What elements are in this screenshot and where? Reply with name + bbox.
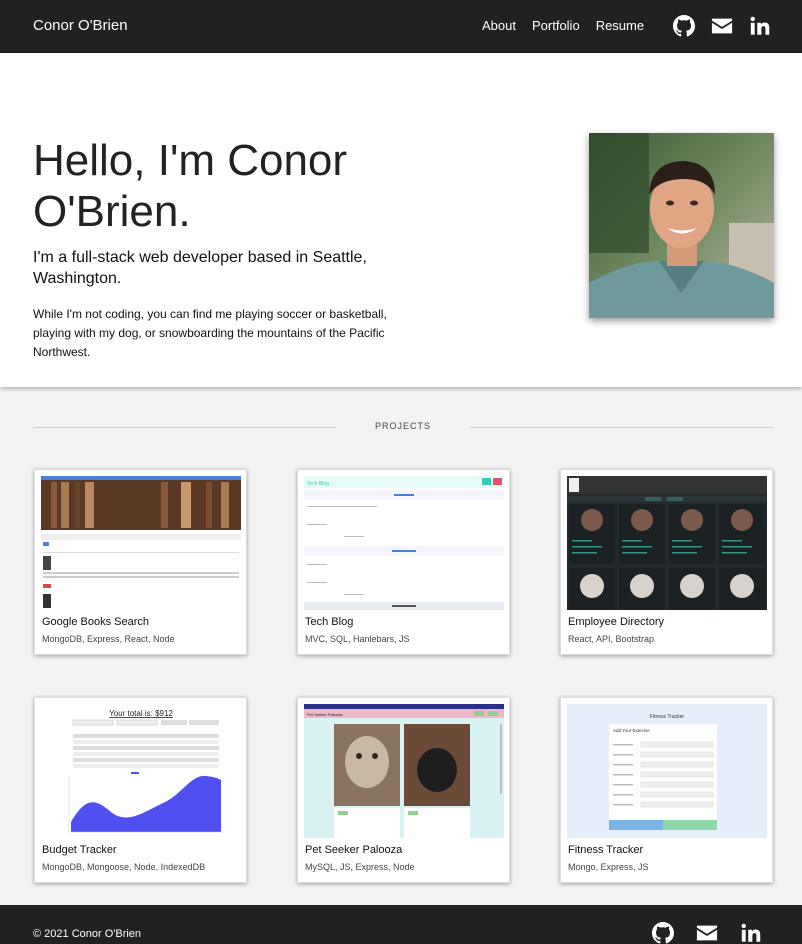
projects-heading: PROJECTS <box>33 420 774 432</box>
project-tech: React, API, Bootstrap <box>568 634 655 644</box>
linkedin-icon[interactable] <box>740 922 764 944</box>
project-title: Budget Tracker <box>42 844 117 856</box>
budget-total-text: Your total is: $912 <box>109 709 173 718</box>
divider-right <box>470 427 774 428</box>
techblog-brand: Tech Blog <box>307 481 329 487</box>
project-card-employee-directory[interactable]: Employee Directory React, API, Bootstrap <box>560 469 773 655</box>
fitness-form-title: Add Your Exercise <box>613 728 650 733</box>
project-thumbnail: Tech Blog <box>304 476 504 610</box>
divider-left <box>33 427 336 428</box>
profile-photo <box>589 133 774 318</box>
nav-link-portfolio[interactable]: Portfolio <box>532 18 580 33</box>
github-icon[interactable] <box>652 922 676 944</box>
fitness-header-text: Fitness Tracker <box>650 714 685 720</box>
nav-social-icons <box>672 14 772 38</box>
footer: © 2021 Conor O'Brien <box>0 905 802 944</box>
project-title: Tech Blog <box>305 616 354 628</box>
hero-section: Hello, I'm Conor O'Brien. I'm a full-sta… <box>0 53 802 387</box>
project-tech: Mongo, Express, JS <box>568 862 649 872</box>
projects-heading-label: PROJECTS <box>374 421 431 431</box>
nav-links: About Portfolio Resume <box>482 18 660 33</box>
navbar: Conor O'Brien About Portfolio Resume <box>0 0 802 53</box>
project-thumbnail <box>567 476 767 610</box>
project-thumbnail: Pet Seeker Palooza <box>304 704 504 838</box>
project-tech: MongoDB, Mongoose, Node, IndexedDB <box>42 862 206 872</box>
project-thumbnail <box>41 476 241 610</box>
linkedin-icon[interactable] <box>748 14 772 38</box>
project-card-google-books[interactable]: Google Books Search MongoDB, Express, Re… <box>34 469 247 655</box>
envelope-icon[interactable] <box>710 14 734 38</box>
brand-link[interactable]: Conor O'Brien <box>33 17 128 34</box>
project-title: Google Books Search <box>42 616 150 628</box>
project-tech: MVC, SQL, Hanlebars, JS <box>305 634 410 644</box>
project-tech: MongoDB, Express, React, Node <box>42 634 175 644</box>
project-thumbnail: Your total is: $912 <box>41 704 241 838</box>
copyright-text: © 2021 Conor O'Brien <box>33 928 142 940</box>
github-icon[interactable] <box>672 14 696 38</box>
nav-link-about[interactable]: About <box>482 18 516 33</box>
footer-social-icons <box>652 922 764 944</box>
hero-description: While I'm not coding, you can find me pl… <box>33 307 387 359</box>
project-card-pet-seeker[interactable]: Pet Seeker Palooza Pet Seeker Palooza My… <box>297 697 510 883</box>
project-title: Employee Directory <box>568 616 664 628</box>
project-tech: MySQL, JS, Express, Node <box>305 862 415 872</box>
pet-header-text: Pet Seeker Palooza <box>307 712 343 717</box>
project-title: Fitness Tracker <box>568 844 644 856</box>
project-card-tech-blog[interactable]: Tech Blog Tech Blog MVC, SQL, Hanlebars,… <box>297 469 510 655</box>
nav-link-resume[interactable]: Resume <box>596 18 644 33</box>
project-thumbnail: Fitness Tracker Add Your Exercise <box>567 704 767 838</box>
project-title: Pet Seeker Palooza <box>305 844 403 856</box>
envelope-icon[interactable] <box>696 922 720 944</box>
hero-title: Hello, I'm Conor O'Brien. <box>33 136 348 236</box>
project-card-fitness-tracker[interactable]: Fitness Tracker Add Your Exercise Fitnes… <box>560 697 773 883</box>
project-card-budget-tracker[interactable]: Your total is: $912 Budget Tracker Mongo… <box>34 697 247 883</box>
hero-subtitle: I'm a full-stack web developer based in … <box>33 249 367 287</box>
